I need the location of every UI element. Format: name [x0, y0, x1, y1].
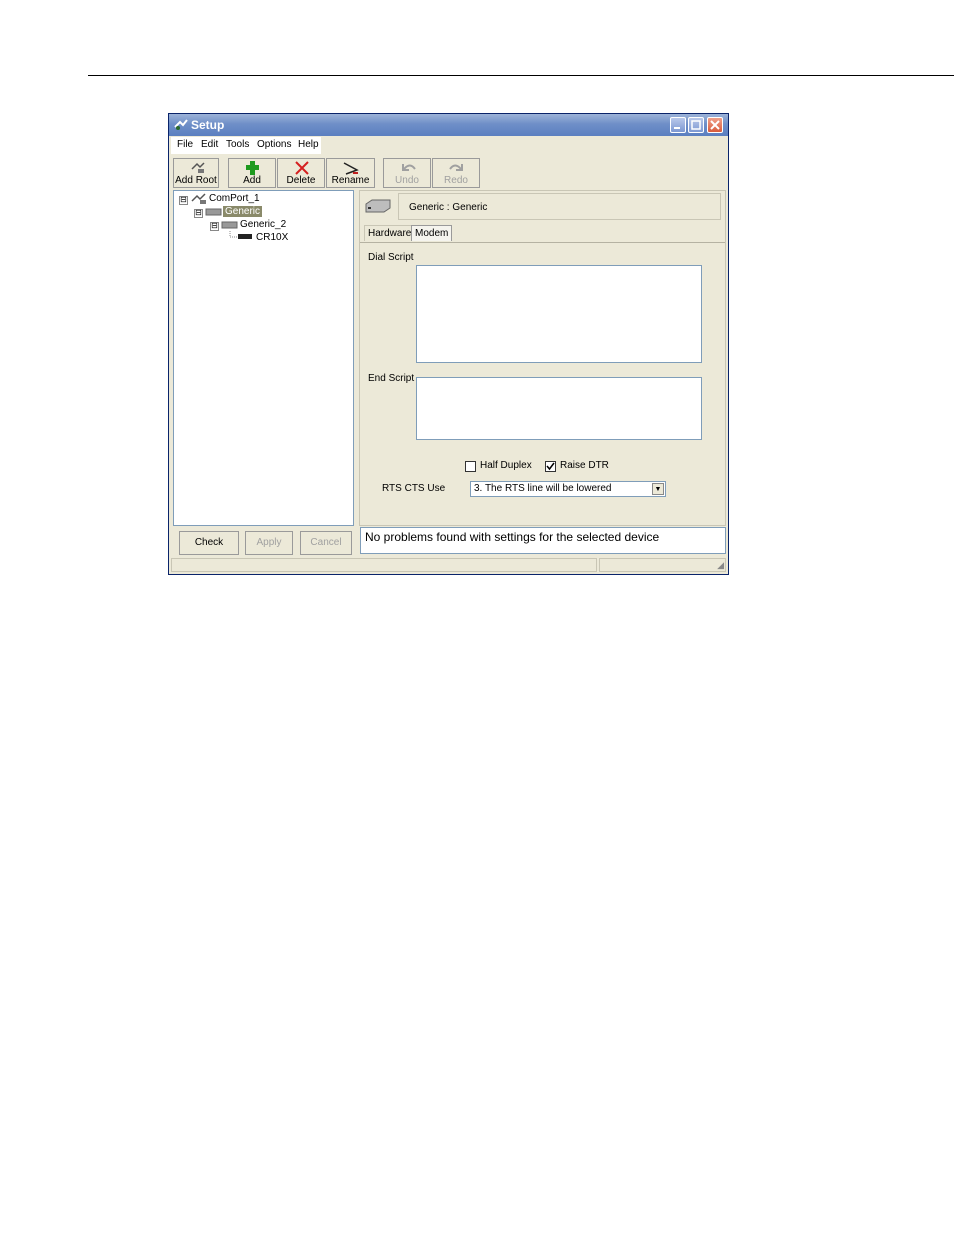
rename-button[interactable]: Rename [326, 158, 375, 188]
comport-icon [191, 193, 206, 204]
redo-icon [449, 164, 463, 171]
rename-label: Rename [331, 175, 370, 186]
add-button[interactable]: Add [228, 158, 276, 188]
rts-cts-label: RTS CTS Use [382, 483, 446, 494]
close-icon [710, 120, 720, 130]
menu-bar: File Edit Tools Options Help [171, 137, 321, 154]
delete-button[interactable]: Delete [277, 158, 325, 188]
raise-dtr-label: Raise DTR [560, 460, 609, 471]
checkmark-icon [546, 462, 555, 471]
rts-cts-value: 3. The RTS line will be lowered [474, 483, 612, 494]
add-root-icon [191, 162, 205, 173]
tree-node-generic[interactable]: Generic [223, 206, 263, 217]
setup-window: Setup File Edit Tools Options Help Add R… [168, 113, 729, 575]
status-segment [599, 558, 726, 572]
tree-connector [229, 231, 252, 239]
menu-options[interactable]: Options [257, 139, 291, 150]
end-script-label: End Script [368, 373, 415, 384]
menu-file[interactable]: File [177, 139, 193, 150]
title-bar[interactable]: Setup [169, 114, 728, 136]
add-root-button[interactable]: Add Root [173, 158, 219, 188]
page-top-rule [88, 75, 954, 76]
close-button[interactable] [707, 117, 723, 133]
dropdown-arrow-icon[interactable]: ▼ [652, 483, 664, 495]
add-root-label: Add Root [175, 175, 217, 186]
tree-expander[interactable]: ⊟ [194, 209, 203, 218]
undo-button[interactable]: Undo [383, 158, 431, 188]
undo-icon [402, 164, 416, 171]
redo-label: Redo [444, 175, 468, 186]
device-tree[interactable]: ⊟ ComPort_1 ⊟ Generic ⊟ Generic_2 CR10X [173, 190, 354, 526]
validation-message: No problems found with settings for the … [360, 527, 726, 554]
tree-node-comport[interactable]: ComPort_1 [209, 193, 260, 204]
minimize-button[interactable] [670, 117, 686, 133]
undo-label: Undo [395, 175, 419, 186]
half-duplex-label: Half Duplex [480, 460, 532, 471]
status-segment [171, 558, 597, 572]
end-script-input[interactable] [416, 377, 702, 440]
settings-panel: Generic : Generic Hardware Modem Dial Sc… [359, 190, 726, 526]
raise-dtr-checkbox[interactable] [545, 461, 556, 472]
tree-node-cr10x[interactable]: CR10X [256, 232, 288, 243]
redo-button[interactable]: Redo [432, 158, 480, 188]
menu-help[interactable]: Help [298, 139, 319, 150]
tree-expander[interactable]: ⊟ [210, 222, 219, 231]
device-icon [365, 199, 391, 213]
dial-script-input[interactable] [416, 265, 702, 363]
menu-tools[interactable]: Tools [226, 139, 249, 150]
add-label: Add [243, 175, 261, 186]
modem-icon [221, 221, 238, 229]
device-header: Generic : Generic [398, 193, 721, 220]
tree-expander[interactable]: ⊟ [179, 196, 188, 205]
tab-modem[interactable]: Modem [411, 225, 453, 241]
status-bar: ◢ [171, 557, 726, 573]
dial-script-label: Dial Script [368, 252, 414, 263]
rts-cts-select[interactable]: 3. The RTS line will be lowered ▼ [470, 481, 666, 497]
setup-app-icon [174, 119, 188, 130]
x-icon [295, 161, 309, 175]
plus-icon [246, 161, 259, 175]
toolbar: Add Root Add Delete Rename Undo Redo [171, 156, 726, 188]
rename-icon [343, 162, 359, 175]
cancel-button[interactable]: Cancel [300, 531, 352, 555]
apply-button[interactable]: Apply [245, 531, 293, 555]
modem-icon [205, 208, 222, 216]
tab-hardware[interactable]: Hardware [364, 225, 416, 241]
window-title: Setup [191, 118, 225, 132]
device-header-text: Generic : Generic [409, 202, 488, 213]
maximize-button[interactable] [688, 117, 704, 133]
tree-node-generic-2[interactable]: Generic_2 [240, 219, 286, 230]
menu-edit[interactable]: Edit [201, 139, 218, 150]
half-duplex-checkbox[interactable] [465, 461, 476, 472]
resize-grip-icon[interactable]: ◢ [717, 560, 724, 571]
minimize-icon [674, 127, 680, 129]
maximize-icon [691, 120, 701, 130]
tab-divider [360, 242, 725, 243]
check-button[interactable]: Check [179, 531, 239, 555]
delete-label: Delete [286, 175, 316, 186]
